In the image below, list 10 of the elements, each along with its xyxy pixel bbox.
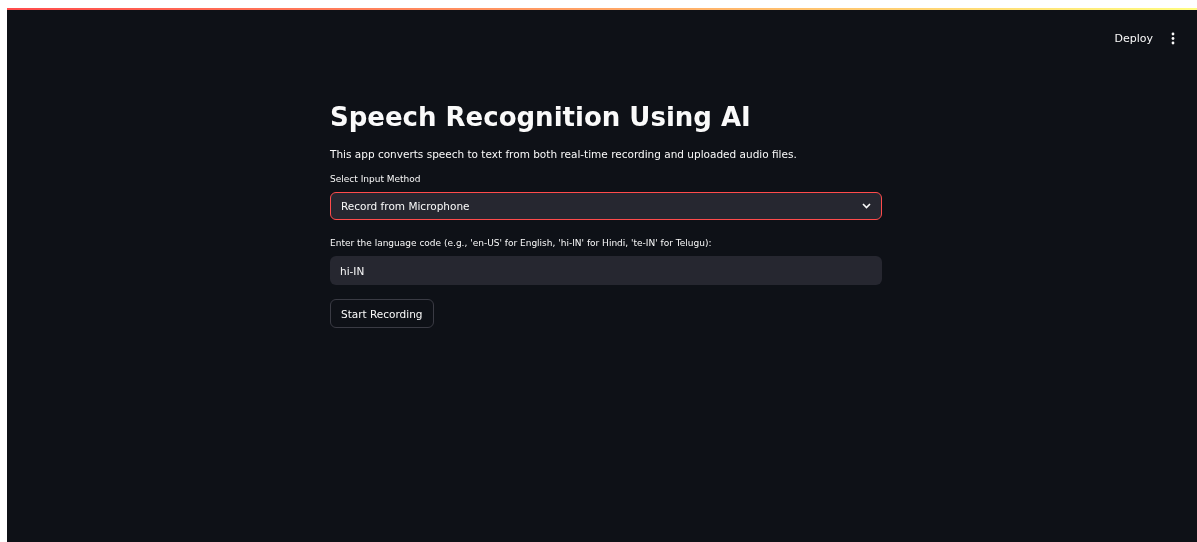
language-code-field[interactable]: hi-IN xyxy=(330,256,882,285)
input-method-dropdown[interactable]: Record from Microphone xyxy=(330,192,882,220)
page-title: Speech Recognition Using AI xyxy=(330,101,752,134)
chevron-down-icon xyxy=(862,203,871,209)
field-label: Select Input Method xyxy=(330,174,422,184)
more-menu-icon[interactable] xyxy=(1171,31,1175,45)
description-text: This app converts speech to text from both real-time recording and uploaded audio files. xyxy=(330,148,798,160)
start-recording-button[interactable]: Start Recording xyxy=(330,299,434,328)
deploy-button[interactable]: Deploy xyxy=(1114,31,1153,45)
field-label: Enter the language code (e.g., 'en-US' for English, 'hi-IN' for Hindi, 'te-IN' for Telugu): xyxy=(330,238,713,248)
